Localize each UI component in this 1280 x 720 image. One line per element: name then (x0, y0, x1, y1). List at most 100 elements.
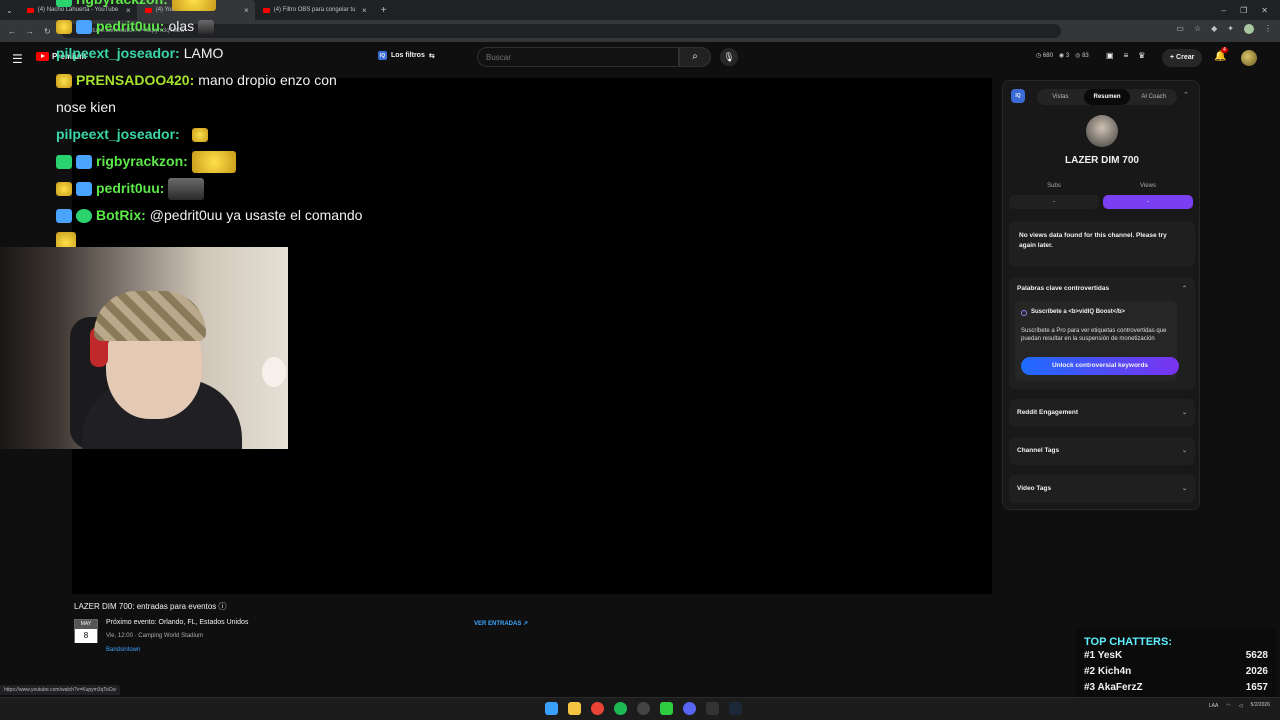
account-avatar[interactable] (1241, 50, 1257, 66)
chat-message: nose kien (56, 99, 116, 115)
badge-icon (56, 19, 72, 34)
controversial-keywords-section: Palabras clave controvertidas ⌃ Suscríbe… (1009, 277, 1195, 389)
chat-username: PRENSADOO420: (76, 72, 195, 88)
tab-search-icon[interactable]: ⌄ (0, 6, 19, 15)
webcam-feed (0, 247, 288, 449)
hamburger-menu-icon[interactable]: ☰ (12, 52, 23, 66)
cast-icon[interactable]: ▭ (1176, 24, 1184, 34)
sword-badge-icon (56, 208, 72, 223)
emote-icon (191, 127, 208, 142)
event-day: 8 (75, 629, 97, 643)
microphone-icon: 🎙 (723, 52, 735, 62)
profile-avatar[interactable] (1244, 24, 1254, 34)
views-toggle[interactable]: - (1103, 195, 1193, 209)
video-tags-section[interactable]: Video Tags ⌄ (1009, 475, 1195, 503)
panel-tabs: Vistas Resumen AI Coach (1037, 89, 1177, 105)
header-stats: ◷ 680 ◉ 3 ◎ 83 (1036, 52, 1089, 59)
view-tickets-link[interactable]: VER ENTRADAS ↗ (474, 620, 528, 627)
keywords-promo: Suscríbete a <b>vidIQ Boost</b> Suscríbe… (1015, 301, 1179, 381)
epic-games-icon[interactable] (706, 702, 719, 715)
discord-icon[interactable] (683, 702, 696, 715)
tab-resumen[interactable]: Resumen (1083, 89, 1131, 105)
minimize-icon[interactable]: – (1222, 6, 1226, 15)
chat-line: pedrit0uu: (56, 175, 416, 202)
vidiq-icon[interactable]: ▣ (1106, 51, 1114, 60)
event-name[interactable]: Próximo evento: Orlando, FL, Estados Uni… (106, 619, 248, 626)
chat-username: rigbyrackzon: (96, 153, 188, 169)
chat-line: BotRix: @pedrit0uu ya usaste el comando (56, 202, 416, 229)
swap-icon: ⇆ (428, 52, 435, 60)
cube-badge-icon (76, 154, 92, 169)
bookmark-star-icon[interactable]: ☆ (1194, 24, 1201, 34)
cat-emote-icon (198, 19, 215, 34)
tab-ai-coach[interactable]: AI Coach (1130, 89, 1177, 105)
steam-icon[interactable] (729, 702, 742, 715)
system-tray: LAA ◠ ◁ 5/2/2026 (1209, 702, 1270, 709)
chat-message: mano dropio enzo con (198, 72, 337, 88)
chevron-down-icon: ⌄ (1181, 448, 1187, 454)
cube-badge-icon (76, 19, 92, 34)
tab-vistas[interactable]: Vistas (1037, 89, 1084, 105)
chrome-icon[interactable] (591, 702, 604, 715)
wifi-icon[interactable]: ◠ (1226, 703, 1230, 709)
reddit-engagement-section[interactable]: Reddit Engagement ⌄ (1009, 399, 1195, 427)
reload-icon[interactable]: ↻ (44, 27, 51, 36)
stat-eyes: ◉ 3 (1058, 53, 1070, 59)
obs-icon[interactable] (637, 702, 650, 715)
channel-name: LAZER DIM 700 (1065, 155, 1139, 166)
search-input[interactable] (477, 47, 679, 67)
green-app-icon[interactable] (660, 702, 673, 715)
close-window-icon[interactable]: ✕ (1261, 6, 1268, 15)
window-controls: – ❐ ✕ (1222, 0, 1280, 20)
volume-icon[interactable]: ◁ (1239, 703, 1243, 709)
collapse-chevron-icon[interactable]: ⌃ (1183, 91, 1189, 99)
events-title: LAZER DIM 700: entradas para eventos ⓘ (74, 602, 227, 611)
youtube-favicon-icon (26, 7, 34, 13)
search-button[interactable]: ⌕ (679, 47, 711, 67)
trophy-icon[interactable]: ♛ (1138, 51, 1145, 60)
chat-line: nose kien (56, 94, 416, 121)
create-button[interactable]: + Crear (1162, 49, 1203, 67)
notifications-bell-icon[interactable]: 🔔 4 (1214, 47, 1228, 62)
webcam-lamp (262, 357, 286, 387)
vidiq-panel: IQ Vistas Resumen AI Coach ⌃ LAZER DIM 7… (1002, 80, 1200, 510)
channel-tags-section[interactable]: Channel Tags ⌄ (1009, 437, 1195, 465)
screen: ⌄ (4) Nacho Lahuerta - YouTube × (4) You… (0, 0, 1280, 720)
maximize-icon[interactable]: ❐ (1240, 6, 1247, 15)
clock[interactable]: 5/2/2026 (1251, 702, 1270, 709)
back-icon[interactable]: ← (8, 27, 16, 36)
spotify-icon[interactable] (614, 702, 627, 715)
chevron-down-icon: ⌄ (1181, 486, 1187, 492)
chat-username: pilpeext_joseador: (56, 126, 180, 142)
chatter-row: #1 YesK 5628 (1084, 650, 1268, 661)
event-month: MAY (75, 620, 97, 629)
top-chatters-overlay: TOP CHATTERS: #1 YesK 5628 #2 Kich4n 202… (1076, 628, 1276, 708)
language-indicator[interactable]: LAA (1209, 703, 1218, 709)
spinner-icon (1021, 310, 1027, 316)
chat-line: rigbyrackzon: (56, 148, 416, 175)
browser-toolbar-icons: ▭ ☆ ◆ ✦ ⋮ (1176, 24, 1272, 34)
chat-username: pilpeext_joseador: (56, 45, 180, 61)
windows-start-icon[interactable] (545, 702, 558, 715)
chevron-up-icon[interactable]: ⌃ (1182, 285, 1187, 292)
extension-icon[interactable]: ◆ (1211, 24, 1217, 34)
chat-line: pilpeext_joseador: (56, 121, 416, 148)
voice-search-button[interactable]: 🎙 (720, 48, 738, 66)
subs-toggle[interactable]: - (1009, 195, 1099, 209)
menu-dots-icon[interactable]: ⋮ (1264, 24, 1272, 34)
chatter-row: #2 Kich4n 2026 (1084, 666, 1268, 677)
list-icon[interactable]: ≡ (1124, 51, 1129, 60)
notification-count: 4 (1221, 47, 1228, 53)
chat-line: pedrit0uu: olas (56, 13, 416, 40)
info-icon[interactable]: ⓘ (219, 602, 227, 611)
unlock-keywords-button[interactable]: Unlock controversial keywords (1021, 357, 1179, 375)
badge-icon (56, 0, 72, 7)
extensions-puzzle-icon[interactable]: ✦ (1227, 24, 1234, 34)
verified-badge-icon (76, 208, 92, 223)
file-explorer-icon[interactable] (568, 702, 581, 715)
cube-badge-icon (76, 181, 92, 196)
event-source-link[interactable]: Bandsintown (106, 647, 140, 653)
forward-icon[interactable]: → (26, 27, 34, 36)
youtube-play-icon (36, 52, 49, 61)
nav-buttons: ← → ↻ (0, 27, 51, 36)
